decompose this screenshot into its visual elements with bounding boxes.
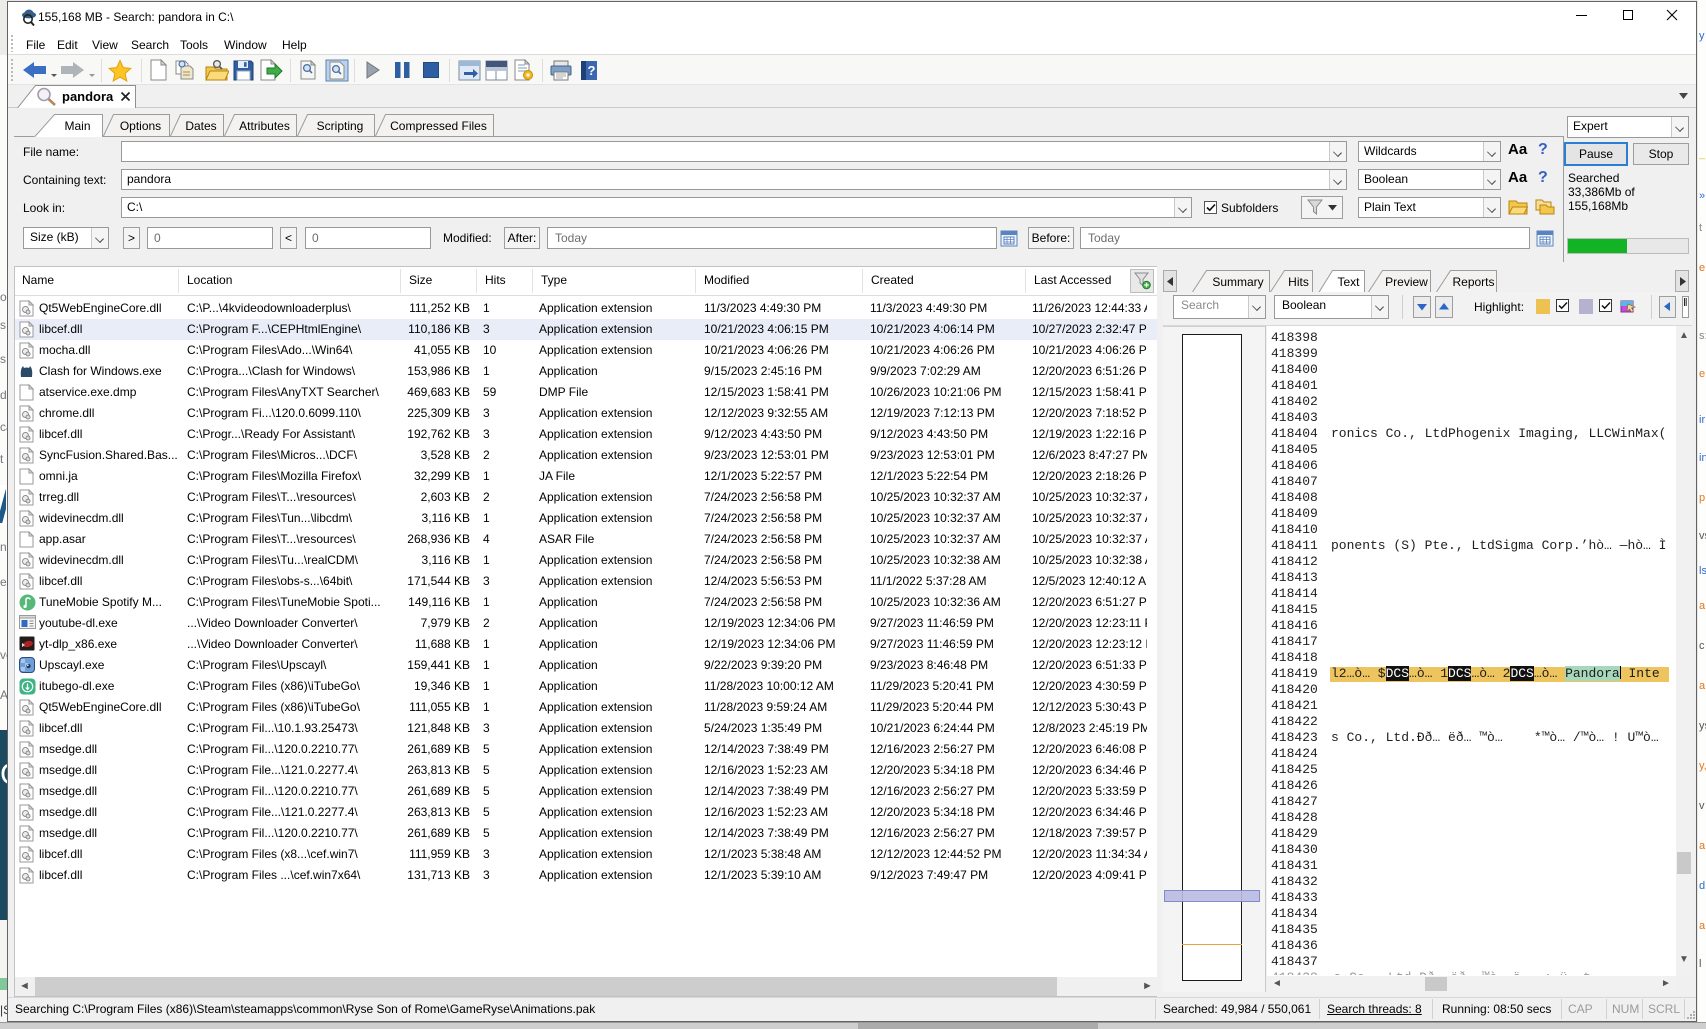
svg-text:?: ? — [588, 63, 596, 78]
